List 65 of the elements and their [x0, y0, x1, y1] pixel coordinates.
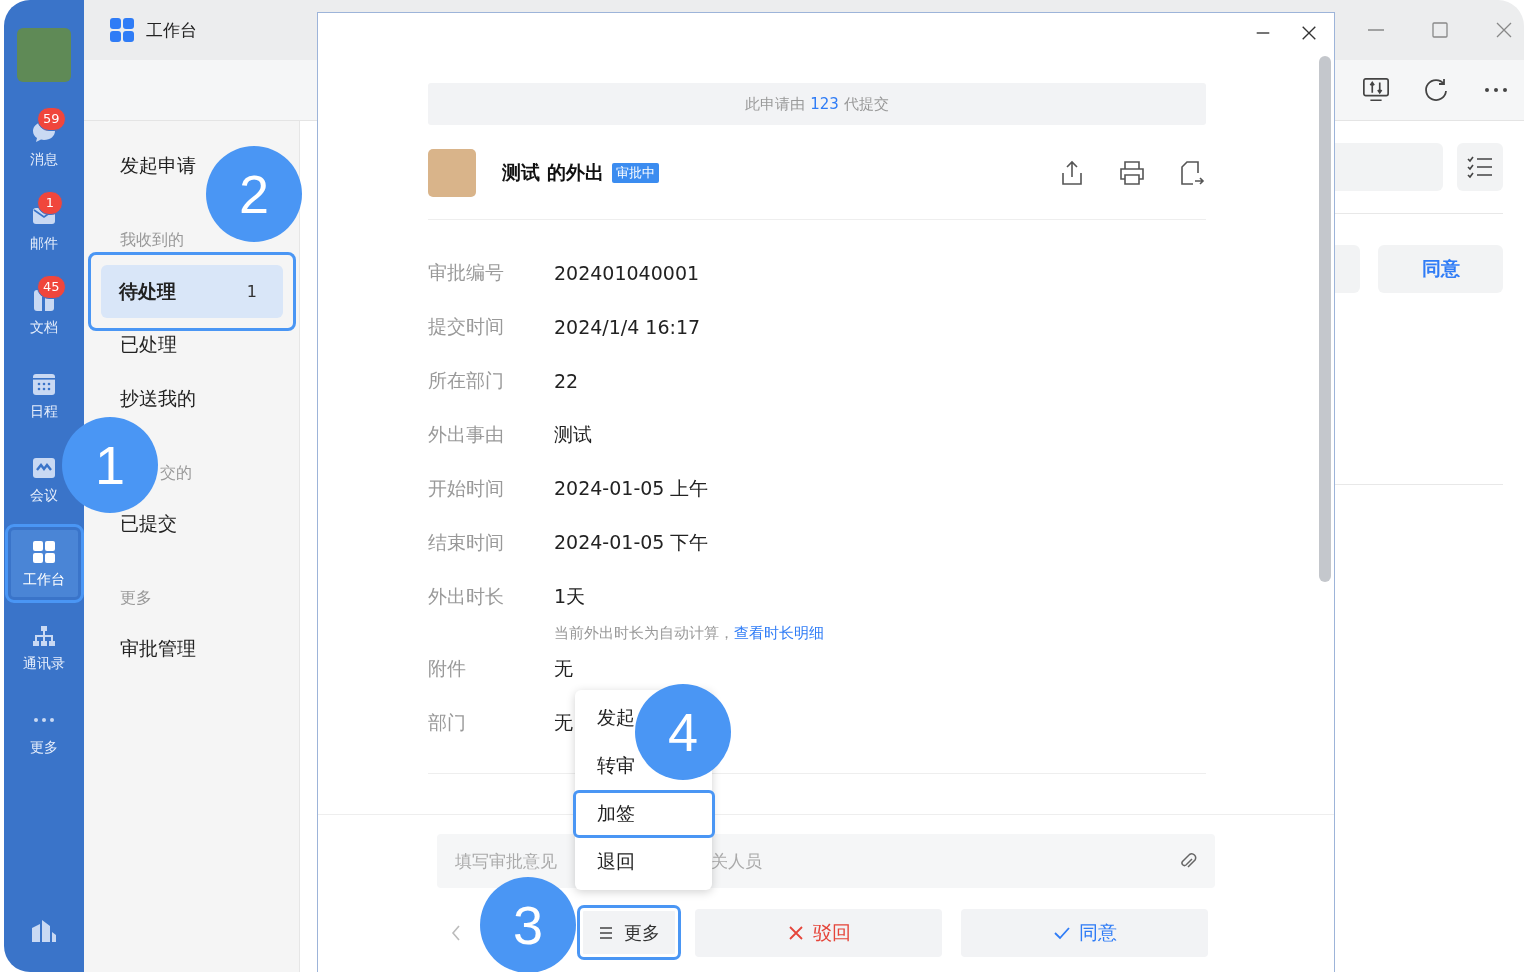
- nav-item[interactable]: 59 消息: [14, 104, 74, 183]
- export-icon[interactable]: [1178, 159, 1206, 187]
- field-value: 22: [554, 370, 579, 392]
- grid-icon: [31, 538, 57, 565]
- nav-item[interactable]: 45 文档: [14, 272, 74, 351]
- reject-button[interactable]: 驳回: [695, 908, 942, 957]
- unread-badge: 1: [37, 191, 63, 215]
- checklist-icon: [1466, 155, 1494, 179]
- more-icon: [31, 715, 57, 724]
- unread-badge: 45: [37, 275, 66, 299]
- header-title: 工作台: [146, 18, 197, 42]
- notice-text: 此申请由 123 代提交: [745, 94, 889, 114]
- status-badge: 审批中: [611, 163, 659, 183]
- more-icon[interactable]: [1482, 87, 1510, 93]
- field-value: 2024-01-05 上午: [554, 476, 709, 501]
- nav-item[interactable]: 会议: [26, 440, 62, 519]
- field-label: 所在部门: [428, 368, 505, 393]
- section-label: 我收到的: [120, 230, 184, 250]
- sidebar-item[interactable]: 抄送我的: [120, 387, 196, 411]
- field-value: 测试: [554, 422, 592, 447]
- agree-button[interactable]: 同意: [1378, 245, 1503, 293]
- field-label: 审批编号: [428, 260, 505, 285]
- field-value: 2024/1/4 16:17: [554, 316, 701, 338]
- more-button[interactable]: 更多: [577, 905, 681, 960]
- field-value: 2024-01-05 下午: [554, 530, 709, 555]
- field-value: 无: [554, 710, 573, 735]
- field-note: 当前外出时长为自动计算，查看时长明细: [554, 623, 824, 643]
- sidebar-item[interactable]: 已提交: [120, 512, 177, 536]
- field-label: 附件: [428, 656, 467, 681]
- grid-icon: [110, 18, 134, 42]
- refresh-icon[interactable]: [1422, 76, 1450, 104]
- unread-badge: 59: [37, 107, 66, 131]
- field-label: 提交时间: [428, 314, 505, 339]
- field-label: 部门: [428, 710, 467, 735]
- request-title: 测试 的外出: [502, 160, 604, 185]
- nav-item[interactable]: 通讯录: [19, 608, 69, 687]
- scrollbar-thumb[interactable]: [1319, 56, 1331, 582]
- section-label: 更多: [120, 588, 152, 608]
- field-value: 202401040001: [554, 262, 700, 284]
- sidebar-item[interactable]: 待处理 1: [88, 252, 296, 331]
- agree-button[interactable]: 同意: [961, 908, 1208, 957]
- checklist-button[interactable]: [1457, 143, 1503, 191]
- field-value: 1天: [554, 584, 586, 609]
- cross-icon: [786, 924, 805, 941]
- sidebar-item[interactable]: 审批管理: [120, 637, 196, 661]
- menu-icon: [598, 924, 614, 941]
- section-label: 交的: [159, 463, 192, 483]
- photo-placeholder: [428, 149, 476, 197]
- sidebar-item[interactable]: 发起申请: [120, 154, 196, 178]
- field-label: 结束时间: [428, 530, 505, 555]
- field-label: 开始时间: [428, 476, 505, 501]
- nav-item[interactable]: 日程: [26, 356, 62, 435]
- sidebar-item[interactable]: 已处理: [120, 333, 177, 357]
- menu-item[interactable]: 加签: [573, 790, 715, 838]
- nav-item[interactable]: 工作台: [4, 524, 84, 603]
- print-icon[interactable]: [1118, 159, 1146, 187]
- field-value: 无: [554, 656, 573, 681]
- details-link[interactable]: 查看时长明细: [734, 623, 824, 642]
- field-label: 外出时长: [428, 584, 505, 609]
- field-label: 外出事由: [428, 422, 505, 447]
- monitor-sliders-icon[interactable]: [1362, 76, 1390, 104]
- nav-item[interactable]: 1 邮件: [14, 188, 74, 267]
- submitter-link[interactable]: 123: [810, 94, 839, 113]
- nav-item[interactable]: 更多: [26, 692, 62, 771]
- close-icon[interactable]: [1300, 24, 1318, 42]
